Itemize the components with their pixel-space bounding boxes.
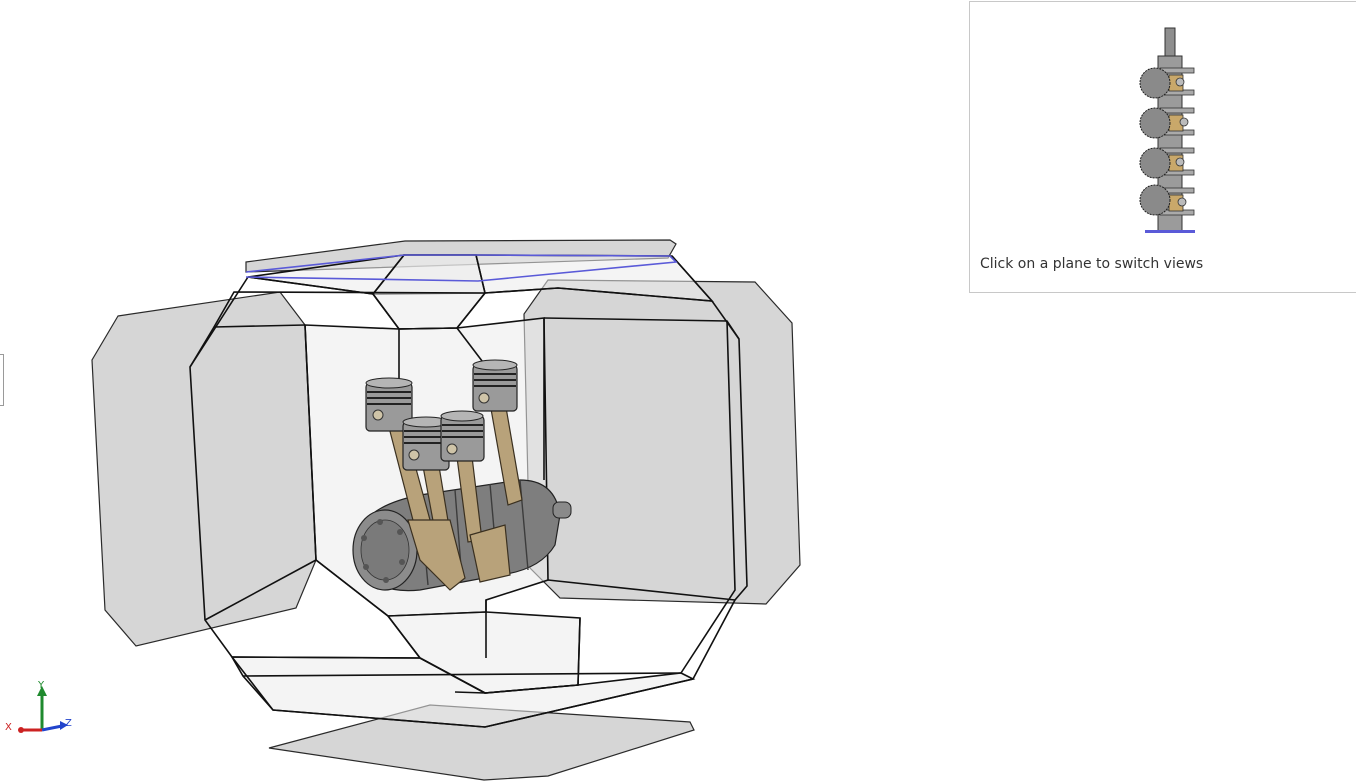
engine-preview-thumbnail[interactable] — [970, 2, 1356, 292]
axis-triad: Y Z X — [5, 680, 72, 733]
preview-cylinder-1 — [1139, 67, 1195, 99]
piston-3[interactable] — [440, 410, 485, 462]
preview-caption: Click on a plane to switch views — [980, 256, 1204, 272]
preview-cylinder-3 — [1139, 147, 1195, 179]
z-axis-label: Z — [65, 718, 72, 729]
x-axis-label: X — [5, 722, 12, 733]
piston-4[interactable] — [472, 359, 518, 412]
right-view-plane[interactable] — [523, 279, 801, 605]
y-axis-label: Y — [37, 680, 45, 691]
preview-cylinder-4 — [1139, 184, 1195, 216]
preview-cylinder-2 — [1139, 107, 1195, 139]
view-preview-panel: Click on a plane to switch views — [969, 1, 1356, 293]
collapsed-panel-tab[interactable] — [0, 354, 4, 406]
